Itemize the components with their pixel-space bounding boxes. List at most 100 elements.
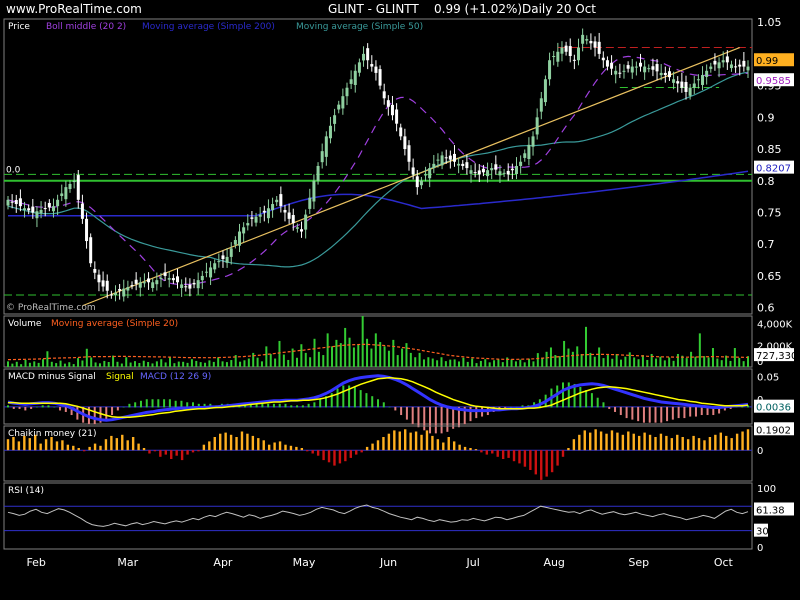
candle-body: [27, 208, 31, 211]
chaikin-bar: [110, 435, 113, 451]
candle-body: [713, 60, 717, 65]
volume-bar: [348, 337, 351, 367]
candle-body: [395, 109, 399, 124]
macd-histogram-bar: [272, 403, 275, 408]
chaikin-badge: 0.1902: [756, 425, 791, 436]
volume-bar: [98, 363, 101, 367]
volume-bar: [107, 362, 110, 367]
candle-body: [39, 209, 43, 214]
volume-bar: [278, 340, 281, 367]
chaikin-bar: [496, 450, 499, 457]
indicator-boll: Boll middle (20 2): [46, 22, 126, 32]
volume-bar: [68, 362, 71, 367]
macd-histogram-bar: [111, 406, 114, 416]
macd-histogram-bar: [336, 388, 339, 408]
rsi-panel-title: RSI (14): [8, 486, 44, 496]
chaikin-bar: [278, 441, 282, 451]
chaikin-bar: [719, 432, 722, 451]
macd-legend: MACD (12 26 9): [140, 372, 211, 382]
candle-body: [378, 69, 382, 86]
candle-body: [370, 64, 374, 67]
candle-body: [734, 66, 738, 68]
volume-bar: [676, 353, 679, 367]
macd-histogram-bar: [434, 406, 437, 434]
volume-bar: [738, 357, 741, 367]
volume-bar: [260, 361, 263, 367]
candle-body: [163, 272, 167, 276]
candle-body: [742, 60, 746, 67]
chaikin-bar: [545, 450, 548, 477]
chaikin-bar: [589, 432, 592, 451]
volume-bar: [493, 360, 496, 367]
stock-chart[interactable]: 1.050.950.90.850.80.750.70.650.6FebMarAp…: [0, 0, 800, 600]
month-label: Jun: [379, 556, 397, 569]
chaikin-bar: [523, 450, 527, 467]
macd-histogram-bar: [400, 406, 403, 416]
candle-body: [180, 284, 184, 288]
volume-bar: [576, 346, 579, 367]
macd-badge: 0.0036: [756, 403, 791, 414]
candle-body: [151, 282, 155, 288]
candle-body: [246, 223, 250, 226]
volume-bar: [584, 326, 587, 367]
volume-bar: [326, 333, 329, 367]
volume-bar: [177, 361, 180, 367]
volume-bar: [28, 362, 31, 367]
volume-bar: [230, 360, 233, 367]
volume-bar: [414, 357, 417, 367]
candle-body: [242, 227, 246, 234]
chaikin-bar: [180, 450, 184, 461]
macd-histogram-bar: [666, 406, 669, 422]
chaikin-bar: [556, 450, 559, 466]
chaikin-bar: [99, 445, 102, 451]
candle-body: [238, 231, 242, 246]
candle-body: [262, 210, 266, 213]
candle-body: [291, 215, 295, 224]
volume-bar: [471, 358, 474, 367]
candle-body: [659, 72, 663, 76]
macd-histogram-bar: [619, 406, 622, 416]
candle-body: [18, 198, 22, 207]
chaikin-bar: [61, 440, 64, 451]
candle-body: [486, 170, 490, 177]
candle-body: [424, 174, 428, 176]
candle-body: [581, 34, 585, 44]
volume-bar: [186, 362, 189, 367]
volume-bar: [366, 338, 369, 367]
chaikin-bar: [458, 444, 461, 451]
chaikin-bar: [251, 435, 255, 451]
chaikin-bar: [289, 445, 293, 451]
macd-histogram-bar: [41, 405, 44, 408]
chaikin-bar: [681, 437, 684, 451]
chaikin-bar: [393, 430, 396, 451]
chaikin-bar: [295, 446, 298, 451]
candle-body: [721, 60, 725, 63]
volume-bar: [42, 359, 45, 367]
candle-body: [14, 200, 18, 205]
macd-histogram-bar: [608, 406, 611, 409]
chaikin-bar: [306, 450, 309, 452]
volume-bar: [265, 346, 268, 367]
candle-body: [444, 157, 448, 159]
volume-bar: [436, 360, 439, 367]
volume-bar: [182, 361, 185, 367]
chaikin-bar: [621, 434, 625, 451]
chaikin-bar: [55, 441, 59, 451]
candle-body: [316, 165, 320, 181]
candle-body: [552, 56, 556, 58]
candle-body: [461, 163, 465, 166]
volume-bar: [392, 339, 395, 367]
candle-body: [51, 206, 55, 212]
chaikin-bar: [512, 450, 516, 462]
rsi-level-badge: 30: [756, 527, 769, 538]
chaikin-bar: [610, 430, 614, 451]
volume-bar: [173, 363, 176, 367]
ma50-line: [7, 71, 749, 268]
volume-bar: [190, 359, 193, 367]
volume-bar: [405, 343, 408, 367]
volume-bar: [11, 363, 14, 367]
macd-histogram-bar: [614, 406, 617, 412]
volume-bar: [558, 356, 561, 367]
candle-body: [287, 212, 291, 219]
candle-body: [639, 62, 643, 67]
